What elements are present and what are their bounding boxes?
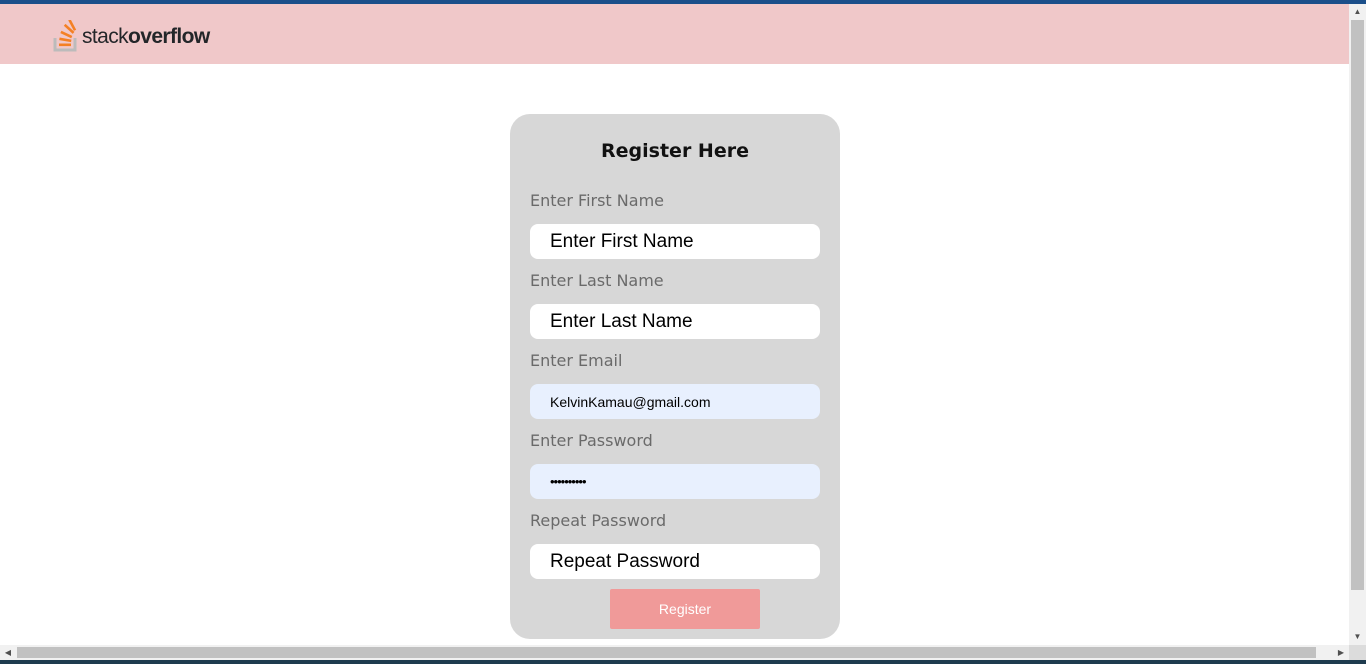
taskbar-edge xyxy=(0,660,1366,664)
arrow-down-icon[interactable]: ▼ xyxy=(1349,629,1366,645)
password-field[interactable] xyxy=(530,464,820,499)
stackoverflow-logo-icon xyxy=(53,20,77,52)
arrow-up-icon[interactable]: ▲ xyxy=(1349,4,1366,20)
last-name-field[interactable] xyxy=(530,304,820,339)
last-name-label: Enter Last Name xyxy=(530,271,664,290)
arrow-left-icon[interactable]: ◀ xyxy=(0,645,16,660)
horizontal-scrollbar[interactable]: ◀ ▶ xyxy=(0,645,1349,660)
stackoverflow-logo[interactable]: stackoverflow xyxy=(53,19,210,53)
logo-text-stack: stack xyxy=(82,25,129,48)
first-name-field[interactable] xyxy=(530,224,820,259)
logo-text-overflow: overflow xyxy=(128,25,210,48)
email-label: Enter Email xyxy=(530,351,623,370)
email-field[interactable] xyxy=(530,384,820,419)
first-name-label: Enter First Name xyxy=(530,191,664,210)
register-button[interactable]: Register xyxy=(610,589,760,629)
password-label: Enter Password xyxy=(530,431,653,450)
form-title: Register Here xyxy=(601,140,749,162)
vertical-scroll-thumb[interactable] xyxy=(1351,20,1364,590)
scrollbar-corner xyxy=(1349,645,1366,660)
register-form: Register Here Enter First Name Enter Las… xyxy=(510,114,840,639)
horizontal-scroll-thumb[interactable] xyxy=(17,647,1316,658)
repeat-password-field[interactable] xyxy=(530,544,820,579)
navbar: stackoverflow xyxy=(0,4,1349,64)
vertical-scrollbar[interactable]: ▲ ▼ xyxy=(1349,4,1366,645)
logo-text: stackoverflow xyxy=(82,25,210,49)
arrow-right-icon[interactable]: ▶ xyxy=(1333,645,1349,660)
repeat-password-label: Repeat Password xyxy=(530,511,667,530)
